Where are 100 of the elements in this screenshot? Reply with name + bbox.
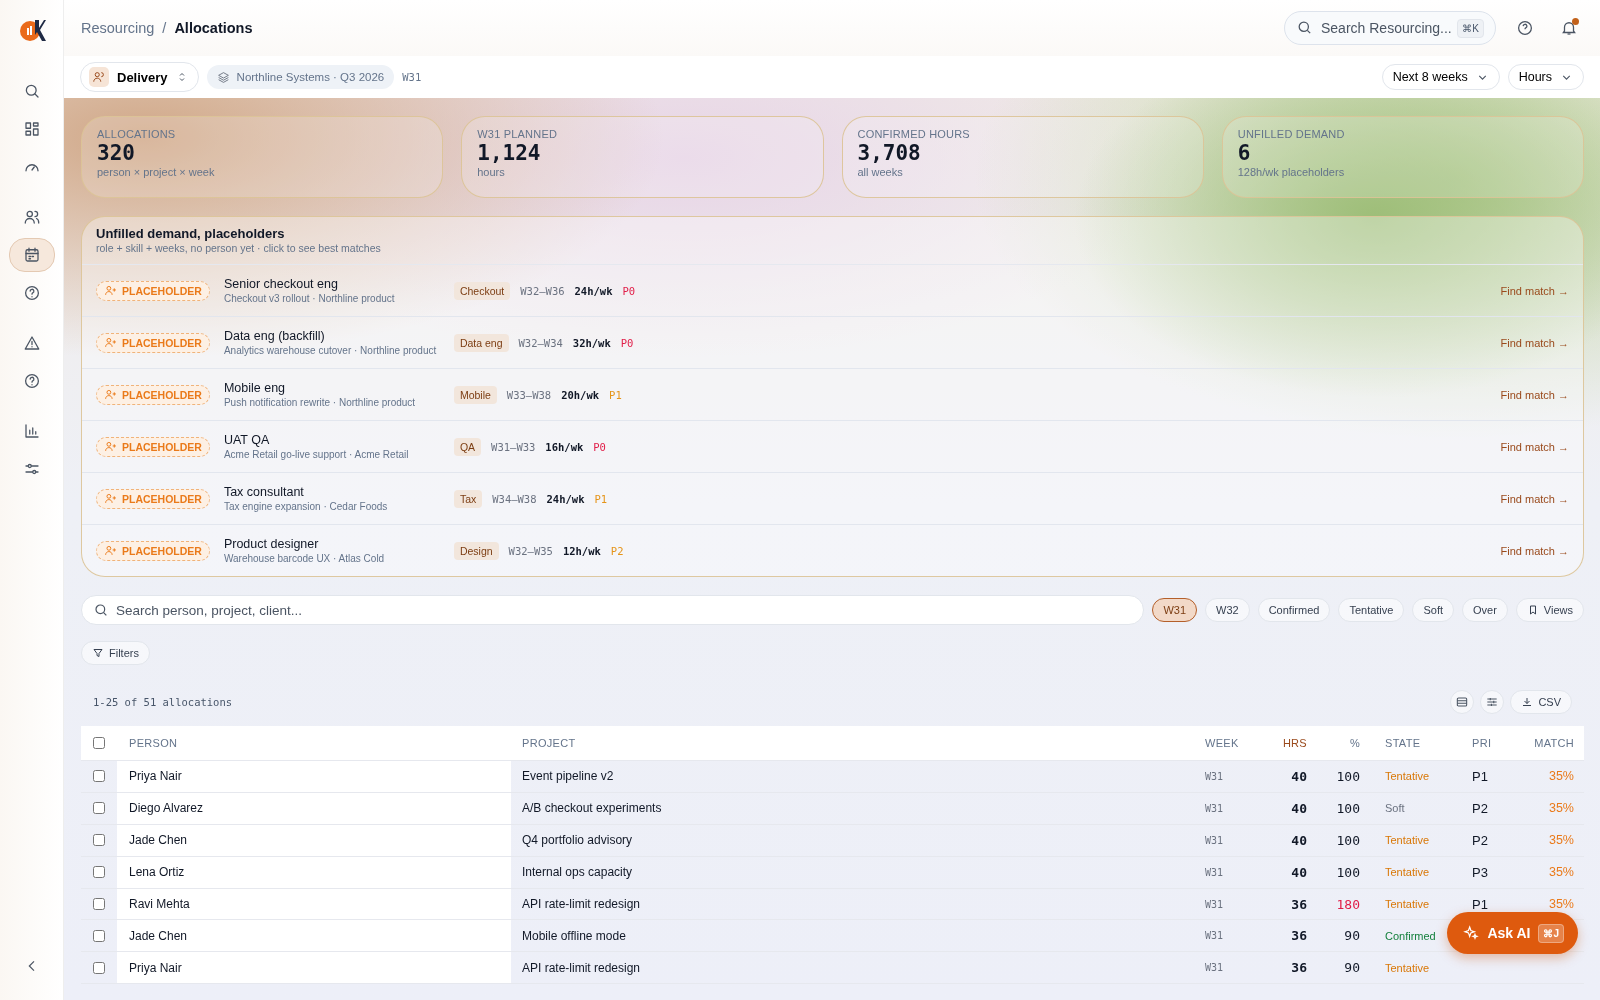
ask-ai-button[interactable]: Ask AI ⌘J: [1447, 912, 1578, 954]
hours-cell-text: 36: [1290, 960, 1307, 976]
badge-label: PLACEHOLDER: [122, 284, 202, 297]
search-field[interactable]: Search person, project, client...: [81, 595, 1145, 625]
skill-tag: QA: [453, 437, 482, 456]
result-count: 1-25 of 51 allocations: [93, 696, 233, 708]
skill-tag: Data eng: [453, 333, 509, 352]
stat-note: person × project × week: [97, 166, 216, 178]
week-cell-text: W31: [1205, 930, 1225, 942]
person-name: Priya Nair: [129, 769, 182, 784]
views-button[interactable]: Views: [1515, 598, 1584, 622]
stat-label: W31 PLANNED: [477, 128, 559, 140]
role-name: Senior checkout eng: [223, 277, 339, 291]
person-name: Jade Chen: [129, 928, 188, 943]
filter-chip[interactable]: Tentative: [1338, 598, 1405, 622]
week-range: W32–W34: [518, 336, 563, 349]
state-label: Tentative: [1385, 834, 1430, 847]
column-header[interactable]: HRS: [1265, 737, 1307, 749]
find-match-link[interactable]: Find match →: [1500, 440, 1569, 453]
person-name: Lena Ortiz: [129, 865, 185, 880]
stat-value: 3,708: [857, 141, 922, 165]
person-name: Jade Chen: [129, 833, 188, 848]
panel-subtitle: role + skill + weeks, no person yet · click to see best matches: [96, 242, 382, 254]
stat-label: UNFILLED DEMAND: [1237, 128, 1346, 140]
person-name: Diego Alvarez: [129, 801, 204, 816]
filter-chip[interactable]: W31: [1152, 598, 1197, 622]
hours-per-week: 24h/wk: [546, 492, 585, 505]
range-dropdown[interactable]: Next 8 weeks: [1381, 64, 1500, 90]
project-name: API rate-limit redesign: [521, 897, 642, 911]
find-match-link[interactable]: Find match →: [1500, 388, 1569, 401]
shortcut-badge: ⌘K: [1457, 19, 1484, 38]
find-match-link[interactable]: Find match →: [1500, 284, 1569, 297]
state-label: Tentative: [1385, 898, 1430, 910]
priority-cell: P3: [1472, 864, 1488, 880]
percent-cell-text: 100: [1335, 832, 1360, 848]
priority-label: P1: [609, 388, 622, 401]
find-match-link[interactable]: Find match →: [1500, 336, 1569, 349]
priority-cell: P2: [1472, 800, 1488, 816]
column-header: %: [1348, 737, 1360, 749]
priority-cell: P2: [1472, 832, 1488, 848]
hours-per-week: 32h/wk: [572, 336, 611, 349]
role-name: Product designer: [223, 537, 320, 551]
project-name: Tax engine expansion · Cedar Foods: [223, 501, 389, 512]
filters-button[interactable]: Filters: [81, 641, 150, 665]
hours-per-week: 16h/wk: [545, 440, 584, 453]
percent-cell-text: 100: [1335, 800, 1360, 816]
find-match-link[interactable]: Find match →: [1500, 544, 1569, 557]
project-name: Push notification rewrite · Northline product: [223, 397, 417, 408]
project-name: Event pipeline v2: [521, 769, 615, 784]
state-label: Tentative: [1385, 770, 1430, 783]
percent-cell-text: 100: [1335, 768, 1360, 784]
badge-label: PLACEHOLDER: [122, 440, 202, 453]
week-range: W34–W38: [492, 492, 537, 505]
role-name: Data eng (backfill): [223, 329, 326, 343]
project-name: Checkout v3 rollout · Northline product: [223, 293, 396, 304]
role-name: UAT QA: [223, 433, 271, 447]
match-score: 35%: [1548, 833, 1574, 848]
project-name: Q4 portfolio advisory: [521, 833, 634, 848]
unit-dropdown[interactable]: Hours: [1507, 64, 1584, 90]
hours-per-week: 20h/wk: [561, 388, 600, 401]
filter-chip[interactable]: Confirmed: [1257, 598, 1331, 622]
week-cell-text: W31: [1205, 962, 1225, 974]
stat-note: all weeks: [857, 166, 904, 178]
breadcrumb-link[interactable]: Resourcing: [81, 20, 155, 36]
project-name: Analytics warehouse cutover · Northline product: [223, 345, 438, 356]
week-range: W32–W36: [520, 284, 565, 297]
skill-tag: Mobile: [453, 385, 497, 404]
hours-cell-text: 36: [1290, 928, 1307, 944]
team-selector[interactable]: Delivery: [80, 62, 199, 92]
filter-chip[interactable]: W32: [1205, 598, 1250, 622]
hours-cell-text: 40: [1290, 768, 1307, 784]
filter-chip[interactable]: Soft: [1412, 598, 1454, 622]
stat-note: hours: [477, 166, 506, 178]
column-header: MATCH: [1533, 737, 1575, 749]
week-cell-text: W31: [1205, 802, 1225, 814]
project-name: Warehouse barcode UX · Atlas Cold: [223, 553, 386, 564]
priority-label: P0: [622, 284, 636, 297]
skill-tag: Design: [453, 541, 499, 560]
badge-label: PLACEHOLDER: [122, 544, 202, 557]
shortcut-badge: ⌘J: [1538, 923, 1564, 943]
role-name: Mobile eng: [223, 381, 287, 395]
project-name: Internal ops capacity: [521, 865, 634, 880]
hours-per-week: 12h/wk: [562, 544, 601, 557]
filter-chip[interactable]: Over: [1462, 598, 1508, 622]
csv-export-button[interactable]: CSV: [1510, 690, 1572, 714]
priority-label: P1: [594, 492, 608, 505]
find-match-link[interactable]: Find match →: [1500, 492, 1569, 505]
match-score: 35%: [1548, 769, 1574, 784]
person-name: Ravi Mehta: [129, 897, 190, 911]
week-range: W32–W35: [508, 544, 553, 557]
stat-value: 6: [1237, 141, 1252, 165]
hours-cell-text: 36: [1290, 896, 1307, 912]
percent-cell-text: 100: [1335, 864, 1360, 880]
stat-label: CONFIRMED HOURS: [857, 128, 971, 140]
person-name: Priya Nair: [129, 960, 182, 975]
skill-tag: Tax: [453, 489, 483, 508]
page-title: Allocations: [174, 20, 253, 36]
current-week: W31: [402, 71, 422, 83]
badge-label: PLACEHOLDER: [122, 388, 202, 401]
stat-note: 128h/wk placeholders: [1237, 166, 1346, 178]
